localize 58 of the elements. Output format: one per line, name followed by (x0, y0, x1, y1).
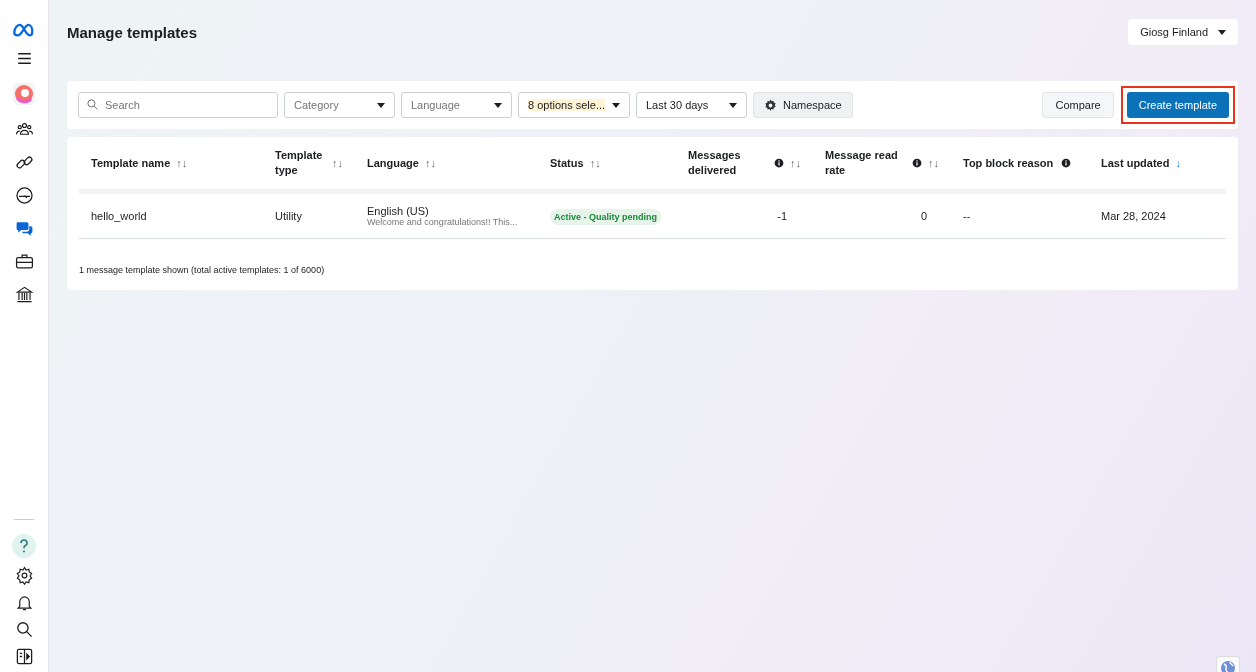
sort-arrows[interactable]: ↓ (1175, 157, 1181, 169)
caret-icon (729, 102, 737, 108)
table-cell: Utility (275, 210, 302, 222)
filter-dropdown[interactable]: 8 options sele... (518, 92, 630, 118)
sort-arrows[interactable]: ↑↓ (332, 157, 343, 169)
caret-icon (1218, 29, 1226, 35)
template-count: 1 message template shown (total active templates: 1 of 6000) (79, 264, 326, 277)
meta-logo-icon[interactable] (12, 23, 36, 37)
column-header[interactable]: Template type (275, 148, 326, 178)
table-cell: 0 (920, 210, 927, 222)
bell-icon[interactable] (14, 593, 34, 612)
column-header[interactable]: Top block reason (963, 155, 1054, 171)
sort-arrows[interactable]: ↑↓ (589, 157, 601, 169)
compare-button[interactable]: Compare (1042, 92, 1114, 118)
caret-icon (494, 102, 502, 108)
table-cell: -1 (777, 210, 787, 222)
column-header[interactable]: Message read rate (825, 148, 905, 178)
create-template-button[interactable]: Create template (1126, 92, 1229, 118)
filter-dropdown[interactable]: Language (401, 92, 512, 118)
namespace-button[interactable]: Namespace (753, 92, 853, 118)
search-field[interactable]: Search (78, 92, 278, 118)
caret-icon (612, 102, 620, 108)
table-cell: Mar 28, 2024 (1101, 210, 1166, 222)
column-header[interactable]: Status (550, 155, 584, 171)
gauge-icon[interactable] (14, 186, 34, 205)
panel-icon[interactable] (14, 647, 34, 666)
table-cell: hello_world (91, 210, 147, 222)
link-icon[interactable] (14, 153, 34, 172)
help-icon[interactable] (12, 534, 36, 558)
sort-arrows[interactable]: ↑↓ (790, 157, 801, 169)
info-icon[interactable] (774, 158, 784, 168)
filter-dropdown[interactable]: Last 30 days (636, 92, 747, 118)
bank-icon[interactable] (14, 285, 34, 304)
globe-icon (1220, 660, 1236, 672)
app-logo-icon[interactable] (12, 82, 36, 106)
chat-icon[interactable] (14, 219, 34, 238)
table-cell: -- (963, 210, 971, 222)
page-title: Manage templates (67, 23, 198, 41)
search-icon[interactable] (14, 620, 34, 639)
sort-arrows[interactable]: ↑↓ (928, 157, 939, 169)
gear-icon (764, 98, 777, 112)
table-cell-text: English (US) (367, 205, 429, 217)
briefcase-icon[interactable] (14, 252, 34, 271)
info-icon[interactable] (1061, 158, 1072, 168)
column-header[interactable]: Template name (91, 155, 171, 171)
status-badge: Active - Quality pending (550, 209, 661, 225)
column-header[interactable]: Messages delivered (688, 148, 758, 178)
caret-icon (377, 102, 385, 108)
search-icon (86, 98, 99, 111)
filter-dropdown[interactable]: Category (284, 92, 395, 118)
column-header[interactable]: Language (367, 155, 419, 171)
sort-arrows[interactable]: ↑↓ (176, 157, 188, 169)
sort-arrows[interactable]: ↑↓ (424, 157, 436, 169)
template-preview: Welcome and congratulations!! This... (367, 217, 519, 227)
info-icon[interactable] (912, 158, 922, 168)
settings-icon[interactable] (14, 566, 34, 585)
account-dropdown[interactable]: Giosg Finland (1128, 19, 1238, 45)
column-header[interactable]: Last updated (1101, 155, 1170, 171)
